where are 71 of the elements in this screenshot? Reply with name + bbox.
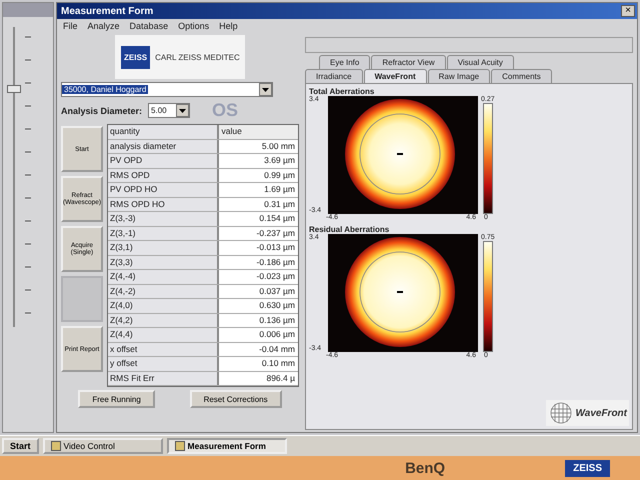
field-label: Analysis Diameter:	[61, 106, 142, 116]
zeiss-logo: ZEISS	[121, 46, 150, 68]
brand-logo: BenQ	[405, 460, 446, 476]
menu-item[interactable]: File	[63, 21, 78, 31]
column-header: value	[220, 125, 243, 138]
eye-label: OS	[212, 100, 238, 121]
action-button[interactable]: Reset Corrections	[190, 390, 282, 408]
table-cell-text: 5.00 mm	[260, 140, 296, 152]
menu-item[interactable]: Help	[219, 21, 238, 31]
table-cell: Z(3,-3)	[108, 212, 218, 226]
window-icon	[50, 441, 61, 451]
window-icon	[174, 441, 185, 451]
tab[interactable]: Irradiance	[305, 69, 363, 83]
table-cell: Z(4,2)	[108, 314, 218, 327]
table-cell: Z(4,4)	[108, 328, 218, 342]
table-cell-text: 0.006 µm	[258, 328, 296, 341]
taskbar-button[interactable]: Measurement Form	[166, 438, 287, 454]
close-button[interactable]: ×	[621, 5, 635, 17]
window-title: Measurement Form	[61, 6, 154, 16]
table-cell: analysis diameter	[108, 140, 218, 153]
diameter-dropdown[interactable]: 5.00	[148, 103, 190, 118]
patient-dropdown[interactable]: 35000, Daniel Hoggard	[61, 82, 273, 97]
table-cell-text: -0.186 µm	[256, 256, 296, 269]
start-button[interactable]: Start	[2, 438, 39, 454]
table-cell-text: 3.69 µm	[263, 154, 296, 167]
plot-title: Residual Aberrations	[309, 225, 390, 234]
table-cell-text: -0.023 µm	[256, 270, 296, 283]
tab[interactable]: Refractor View	[371, 55, 446, 69]
tab[interactable]: Visual Acuity	[446, 55, 514, 69]
action-button[interactable]: Free Running	[78, 390, 155, 408]
table-cell: Z(4,-4)	[108, 270, 218, 284]
company-name: CARL ZEISS MEDITEC	[155, 52, 240, 62]
menu-item[interactable]: Database	[130, 21, 168, 31]
taskbar-button[interactable]: Video Control	[42, 438, 163, 454]
table-cell-text: 0.154 µm	[258, 212, 296, 225]
table-cell-text: 0.31 µm	[263, 198, 296, 211]
table-cell-text: -0.04 mm	[258, 342, 296, 356]
table-cell-text: 0.136 µm	[258, 314, 296, 327]
table-cell: y offset	[108, 357, 218, 370]
table-cell: Z(4,0)	[108, 299, 218, 312]
table-cell-text: 0.10 mm	[260, 357, 296, 370]
grid-icon	[548, 402, 574, 424]
table-cell-text: 896.4 µ	[265, 372, 296, 385]
table-cell: RMS OPD HO	[108, 198, 218, 211]
table-cell: RMS OPD	[108, 168, 218, 182]
window-title-bar	[3, 3, 53, 17]
table-cell: PV OPD	[108, 154, 218, 168]
table-cell: PV OPD HO	[108, 183, 218, 196]
menu-item[interactable]: Analyze	[88, 21, 120, 31]
zeiss-badge: ZEISS	[565, 460, 610, 476]
tab[interactable]: WaveFront	[364, 69, 427, 83]
slider-thumb[interactable]	[7, 85, 21, 94]
table-cell: Z(3,-1)	[108, 226, 218, 240]
table-cell-text: 1.69 µm	[263, 183, 296, 196]
table-cell-text: -0.013 µm	[256, 241, 296, 254]
table-cell-text: -0.237 µm	[256, 226, 296, 240]
column-header: quantity	[108, 125, 218, 138]
table-cell-text: 0.037 µm	[258, 284, 296, 298]
table-cell-text: 0.630 µm	[258, 299, 296, 312]
tab[interactable]: Raw Image	[428, 69, 490, 83]
table-cell: RMS Fit Err	[108, 372, 218, 385]
wavefront-logo: WaveFront	[546, 400, 629, 426]
tab[interactable]: Eye Info	[319, 55, 370, 69]
table-cell: x offset	[108, 342, 218, 356]
table-cell: Z(3,1)	[108, 241, 218, 254]
table-cell-text: 0.99 µm	[263, 168, 296, 182]
table-cell: Z(4,-2)	[108, 284, 218, 298]
plot-title: Total Aberrations	[309, 87, 376, 96]
table-cell: Z(3,3)	[108, 256, 218, 269]
menu-item[interactable]: Options	[178, 21, 210, 31]
tab[interactable]: Comments	[491, 69, 552, 83]
